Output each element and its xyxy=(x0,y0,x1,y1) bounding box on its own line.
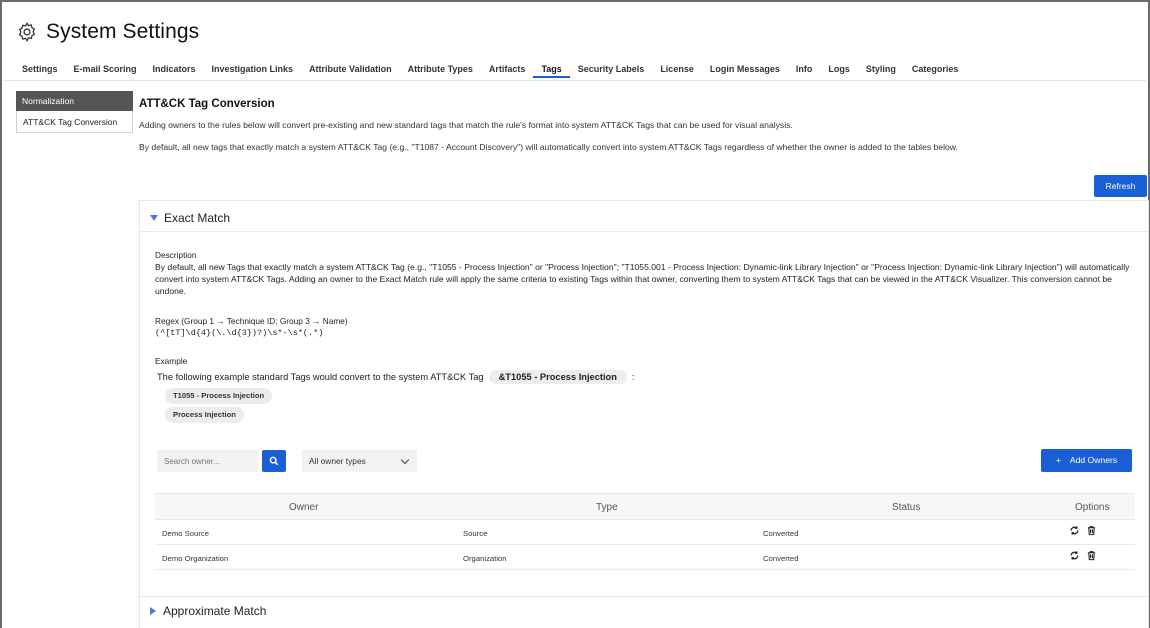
type-cell: Source xyxy=(463,529,488,538)
tab-artifacts[interactable]: Artifacts xyxy=(481,62,534,78)
caret-down-icon xyxy=(150,215,158,221)
type-cell: Organization xyxy=(463,554,507,563)
column-header-type[interactable]: Type xyxy=(596,502,618,513)
add-owners-label: Add Owners xyxy=(1069,455,1118,465)
window: System Settings Settings E-mail Scoring In… xyxy=(0,0,1150,628)
example-tag: T1055 - Process Injection xyxy=(165,388,273,404)
tab-security-labels[interactable]: Security Labels xyxy=(570,62,653,78)
example-colon: : xyxy=(631,372,635,382)
tab-settings[interactable]: Settings xyxy=(14,62,66,78)
exact-match-title: Exact Match xyxy=(164,211,231,225)
convert-icon[interactable] xyxy=(1069,550,1080,561)
trash-icon[interactable] xyxy=(1086,525,1097,536)
caret-right-icon xyxy=(150,607,156,615)
tab-attribute-validation[interactable]: Attribute Validation xyxy=(301,62,400,78)
row-options xyxy=(1069,525,1097,536)
sidebar-heading[interactable]: Normalization xyxy=(16,91,133,111)
example-tag: Process Injection xyxy=(165,407,244,423)
tab-styling[interactable]: Styling xyxy=(858,62,904,78)
section-title: ATT&CK Tag Conversion xyxy=(139,98,275,110)
column-header-options: Options xyxy=(1075,502,1110,513)
tab-indicators[interactable]: Indicators xyxy=(145,62,204,78)
tab-e-mail-scoring[interactable]: E-mail Scoring xyxy=(66,62,145,78)
main-content: ATT&CK Tag Conversion Adding owners to t… xyxy=(139,98,1149,153)
exact-match-panel: Exact Match Description By default, all … xyxy=(139,200,1149,596)
status-cell: Converted xyxy=(763,529,799,538)
sidebar-item-attack-tag-conversion[interactable]: ATT&CK Tag Conversion xyxy=(16,111,133,133)
chevron-down-icon xyxy=(400,455,410,465)
owner-type-select[interactable]: All owner types xyxy=(302,450,417,472)
exact-match-header[interactable]: Exact Match xyxy=(150,211,230,225)
tab-divider xyxy=(4,80,1146,81)
approximate-match-header[interactable]: Approximate Match xyxy=(150,604,266,618)
column-header-status[interactable]: Status xyxy=(892,502,920,513)
tab-login-messages[interactable]: Login Messages xyxy=(702,62,788,78)
owner-cell: Demo Source xyxy=(162,529,209,538)
example-label: Example xyxy=(155,356,188,366)
example-text: The following example standard Tags woul… xyxy=(157,372,484,382)
example-line: The following example standard Tags woul… xyxy=(157,370,635,384)
refresh-button[interactable]: Refresh xyxy=(1094,175,1147,197)
regex-label: Regex (Group 1 → Technique ID; Group 3 →… xyxy=(155,316,348,326)
description-label: Description xyxy=(155,250,197,260)
owner-type-value: All owner types xyxy=(309,456,366,466)
status-cell: Converted xyxy=(763,554,799,563)
table-header: Owner Type Status Options xyxy=(155,493,1135,520)
intro-text: Adding owners to the rules below will co… xyxy=(139,120,793,130)
tab-license[interactable]: License xyxy=(652,62,702,78)
tab-bar: Settings E-mail Scoring Indicators Investig… xyxy=(14,62,966,78)
tab-investigation-links[interactable]: Investigation Links xyxy=(204,62,302,78)
owners-table: Owner Type Status Options Demo Source So… xyxy=(155,493,1135,570)
approximate-match-title: Approximate Match xyxy=(163,604,267,618)
tab-tags[interactable]: Tags xyxy=(533,62,570,78)
description-text: By default, all new Tags that exactly ma… xyxy=(155,262,1130,296)
search-icon xyxy=(269,456,279,466)
tab-attribute-types[interactable]: Attribute Types xyxy=(400,62,481,78)
panel-divider xyxy=(140,231,1148,232)
gear-icon xyxy=(18,22,36,43)
trash-icon[interactable] xyxy=(1086,550,1097,561)
table-row: Demo Source Source Converted xyxy=(155,520,1135,545)
plus-icon: + xyxy=(1055,455,1061,465)
row-options xyxy=(1069,550,1097,561)
note-text: By default, all new tags that exactly ma… xyxy=(139,142,958,152)
sidebar: Normalization ATT&CK Tag Conversion xyxy=(16,91,133,133)
tab-logs[interactable]: Logs xyxy=(820,62,858,78)
table-row: Demo Organization Organization Converted xyxy=(155,545,1135,570)
tab-info[interactable]: Info xyxy=(788,62,821,78)
page-title: System Settings xyxy=(46,20,200,43)
approximate-match-panel: Approximate Match xyxy=(139,596,1149,628)
example-target-tag: &T1055 - Process Injection xyxy=(488,370,627,384)
tab-categories[interactable]: Categories xyxy=(904,62,967,78)
column-header-owner[interactable]: Owner xyxy=(289,502,318,513)
page-header: System Settings xyxy=(16,20,199,44)
regex-value: (^[tT]\d{4}(\.\d{3})?)\s*-\s*(.*) xyxy=(155,328,324,338)
search-owner-input[interactable] xyxy=(157,450,258,472)
add-owners-button[interactable]: + Add Owners xyxy=(1041,449,1132,472)
convert-icon[interactable] xyxy=(1069,525,1080,536)
owner-cell: Demo Organization xyxy=(162,554,229,563)
search-button[interactable] xyxy=(262,450,286,472)
